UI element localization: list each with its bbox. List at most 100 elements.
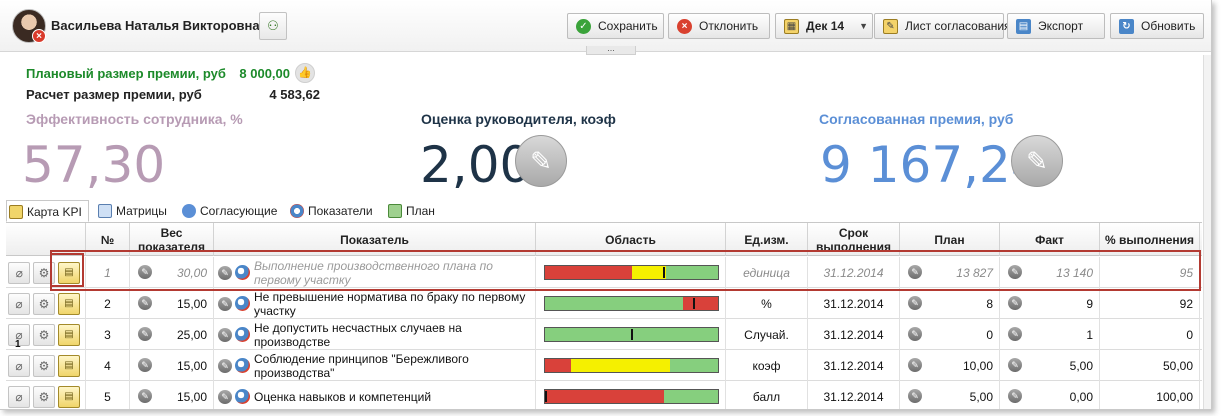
edit-indicator-icon[interactable]: ✎ [218, 296, 232, 311]
attachment-icon[interactable]: ⌀ [8, 386, 30, 408]
kpi-card-icon[interactable]: ▤ [58, 262, 80, 284]
header-number[interactable]: № [86, 223, 130, 256]
cell-indicator[interactable]: ✎ Выполнение производственного плана по п… [214, 257, 536, 288]
kpi-card-icon[interactable]: ▤ [58, 355, 80, 377]
indicator-chart-icon[interactable] [235, 265, 250, 280]
edit-plan-icon[interactable]: ✎ [908, 265, 922, 279]
header-deadline[interactable]: Срок выполнения [808, 223, 900, 256]
edit-indicator-icon[interactable]: ✎ [218, 327, 232, 342]
remove-icon[interactable]: × [32, 29, 46, 43]
area-marker [630, 329, 633, 340]
indicator-chart-icon[interactable] [235, 327, 250, 342]
cell-plan[interactable]: ✎ 0 [900, 319, 1000, 350]
edit-fact-icon[interactable]: ✎ [1008, 296, 1022, 310]
area-bar [544, 358, 719, 373]
header-plan[interactable]: План [900, 223, 1000, 256]
cell-indicator[interactable]: ✎ Не допустить несчастных случаев на прои… [214, 319, 536, 350]
cell-indicator[interactable]: ✎ Соблюдение принципов "Бережливого произ… [214, 350, 536, 381]
table-row[interactable]: ⌀ ⚙ ▤ 5 ✎ 15,00 ✎ Оценка навыков и компетенций б… [6, 381, 1202, 409]
edit-plan-icon[interactable]: ✎ [908, 327, 922, 341]
edit-weight-icon[interactable]: ✎ [138, 265, 152, 279]
table-row[interactable]: ⌀ ⚙ ▤ 4 ✎ 15,00 ✎ Соблюдение принципов "Бережли… [6, 350, 1202, 381]
save-button[interactable]: ✓ Сохранить [567, 13, 664, 39]
edit-fact-icon[interactable]: ✎ [1008, 265, 1022, 279]
gear-icon[interactable]: ⚙ [33, 324, 55, 346]
chevron-down-icon[interactable]: ▼ [859, 14, 868, 38]
cell-plan[interactable]: ✎ 5,00 [900, 381, 1000, 409]
attachment-icon[interactable]: ⌀ [8, 293, 30, 315]
cell-weight[interactable]: ✎ 15,00 [130, 350, 214, 381]
cell-indicator[interactable]: ✎ Не превышение норматива по браку по пер… [214, 288, 536, 319]
edit-fact-icon[interactable]: ✎ [1008, 327, 1022, 341]
edit-weight-icon[interactable]: ✎ [138, 358, 152, 372]
header-indicator[interactable]: Показатель [214, 223, 536, 256]
cell-plan[interactable]: ✎ 10,00 [900, 350, 1000, 381]
cell-plan[interactable]: ✎ 8 [900, 288, 1000, 319]
edit-indicator-icon[interactable]: ✎ [218, 358, 232, 373]
attachment-icon[interactable]: ⌀ [8, 355, 30, 377]
tab-approvers[interactable]: Согласующие [180, 200, 277, 222]
tab-kpi-card[interactable]: Карта KPI [6, 200, 89, 222]
edit-plan-icon[interactable]: ✎ [908, 358, 922, 372]
attachment-icon[interactable]: ⌀ 1 [8, 324, 30, 350]
header-area[interactable]: Область [536, 223, 726, 256]
cell-fact[interactable]: ✎ 5,00 [1000, 350, 1100, 381]
edit-approved-bonus-icon[interactable]: ✎ [1011, 135, 1063, 187]
tab-plan[interactable]: План [386, 200, 435, 222]
table-row[interactable]: ⌀ ⚙ ▤ 1 ✎ 30,00 ✎ Выполнение производственного … [6, 257, 1202, 288]
edit-weight-icon[interactable]: ✎ [138, 327, 152, 341]
edit-fact-icon[interactable]: ✎ [1008, 358, 1022, 372]
cell-weight[interactable]: ✎ 15,00 [130, 288, 214, 319]
gear-icon[interactable]: ⚙ [33, 293, 55, 315]
cell-fact[interactable]: ✎ 0,00 [1000, 381, 1100, 409]
refresh-button[interactable]: ↻ Обновить [1110, 13, 1204, 39]
gear-icon[interactable]: ⚙ [33, 355, 55, 377]
kpi-card-icon[interactable]: ▤ [58, 386, 80, 408]
vertical-scrollbar[interactable] [1203, 55, 1211, 409]
gear-icon[interactable]: ⚙ [33, 386, 55, 408]
gear-icon[interactable]: ⚙ [33, 262, 55, 284]
cell-weight[interactable]: ✎ 15,00 [130, 381, 214, 409]
row-actions: ⌀ ⚙ ▤ [6, 288, 86, 319]
tab-indicators[interactable]: Показатели [288, 200, 373, 222]
header-weight[interactable]: Вес показателя [130, 223, 214, 256]
cell-weight[interactable]: ✎ 30,00 [130, 257, 214, 288]
change-employee-button[interactable]: ⚇ [259, 12, 287, 40]
kpi-card-icon[interactable]: ▤ [58, 324, 80, 346]
thumbs-up-icon[interactable]: 👍 [295, 63, 315, 83]
table-row[interactable]: ⌀ ⚙ ▤ 2 ✎ 15,00 ✎ Не превышение норматива по бр… [6, 288, 1202, 319]
cell-fact[interactable]: ✎ 13 140 [1000, 257, 1100, 288]
cell-fact[interactable]: ✎ 1 [1000, 319, 1100, 350]
header-percent[interactable]: % выполнения [1100, 223, 1200, 256]
edit-weight-icon[interactable]: ✎ [138, 296, 152, 310]
edit-plan-icon[interactable]: ✎ [908, 296, 922, 310]
edit-plan-icon[interactable]: ✎ [908, 389, 922, 403]
header-fact[interactable]: Факт [1000, 223, 1100, 256]
cell-area [536, 288, 726, 319]
edit-indicator-icon[interactable]: ✎ [218, 389, 232, 404]
cell-deadline: 31.12.2014 [808, 257, 900, 288]
cell-fact[interactable]: ✎ 9 [1000, 288, 1100, 319]
indicator-chart-icon[interactable] [235, 296, 250, 311]
cell-indicator-name: Соблюдение принципов "Бережливого произв… [254, 351, 469, 380]
reject-button[interactable]: × Отклонить [668, 13, 770, 39]
month-selector[interactable]: ▦ Дек 14 ▼ [775, 13, 873, 39]
tab-matrices[interactable]: Матрицы [96, 200, 167, 222]
edit-weight-icon[interactable]: ✎ [138, 389, 152, 403]
cell-plan[interactable]: ✎ 13 827 [900, 257, 1000, 288]
export-button[interactable]: ▤ Экспорт [1007, 13, 1105, 39]
table-row[interactable]: ⌀ 1 ⚙ ▤ 3 ✎ 25,00 ✎ Не допустить несчастных случ… [6, 319, 1202, 350]
indicator-chart-icon[interactable] [235, 358, 250, 373]
area-marker [663, 267, 666, 278]
edit-rating-icon[interactable]: ✎ [515, 135, 567, 187]
attachment-icon[interactable]: ⌀ [8, 262, 30, 284]
cell-weight[interactable]: ✎ 25,00 [130, 319, 214, 350]
edit-fact-icon[interactable]: ✎ [1008, 389, 1022, 403]
cell-indicator[interactable]: ✎ Оценка навыков и компетенций [214, 381, 536, 409]
approval-sheet-button[interactable]: ✎ Лист согласования [874, 13, 1011, 39]
collapse-handle[interactable]: ... [586, 44, 636, 55]
indicator-chart-icon[interactable] [235, 389, 250, 404]
header-unit[interactable]: Ед.изм. [726, 223, 808, 256]
kpi-card-icon[interactable]: ▤ [58, 293, 80, 315]
edit-indicator-icon[interactable]: ✎ [218, 265, 232, 280]
